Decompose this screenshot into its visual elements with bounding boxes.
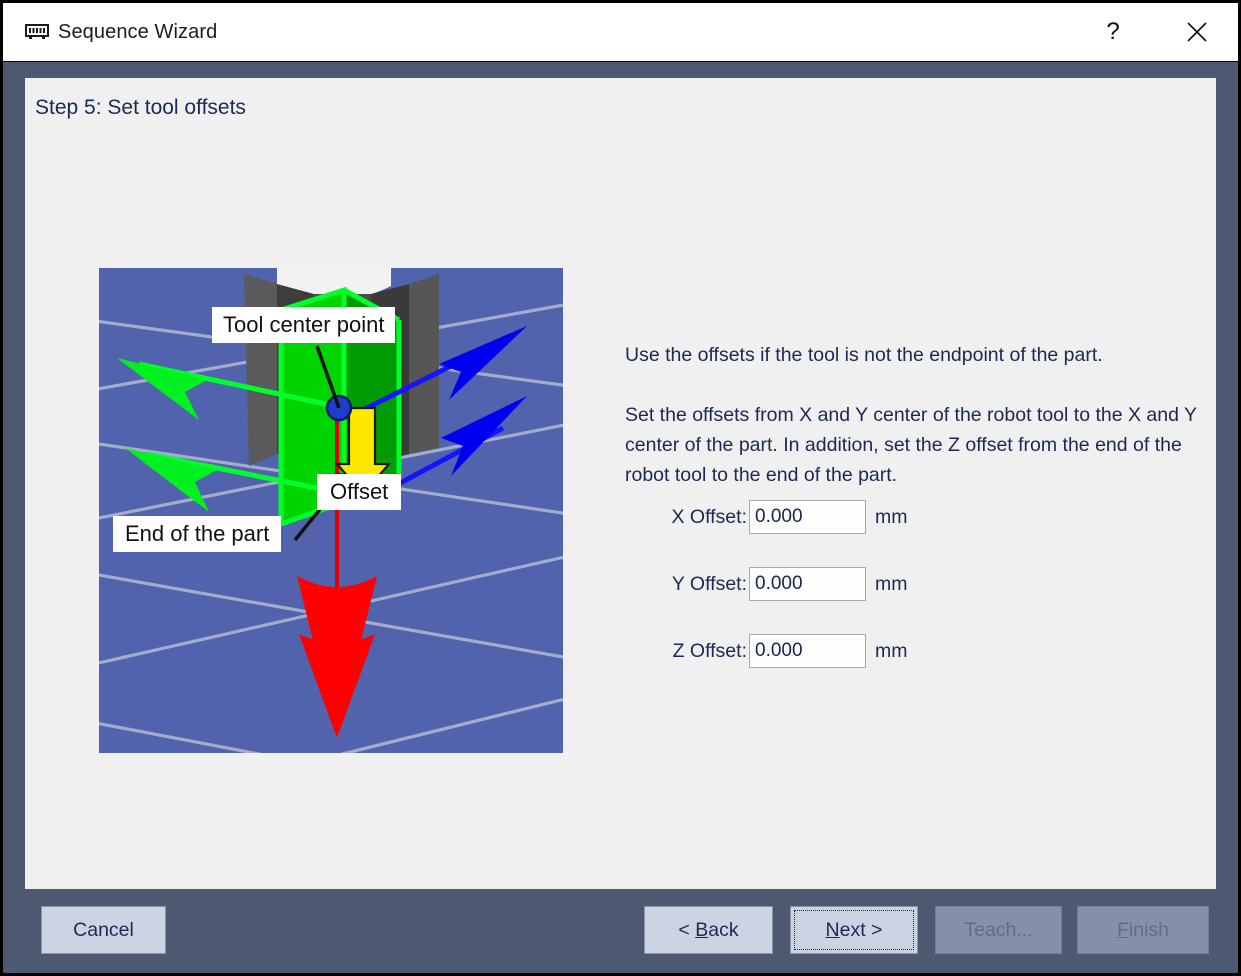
cancel-button-label: Cancel xyxy=(73,918,134,941)
back-button[interactable]: < Back xyxy=(644,906,773,954)
page-title: Step 5: Set tool offsets xyxy=(35,96,246,119)
y-offset-input[interactable] xyxy=(749,567,866,601)
help-button[interactable]: ? xyxy=(1084,3,1142,61)
y-offset-unit: mm xyxy=(875,572,908,595)
close-icon xyxy=(1186,21,1208,43)
sequence-wizard-window: Sequence Wizard ? Step 5: Set tool offse… xyxy=(0,0,1241,976)
z-offset-unit: mm xyxy=(875,639,908,662)
y-offset-label: Y Offset: xyxy=(671,572,747,595)
offsets-form: X Offset: mm Y Offset: mm Z Offset: mm xyxy=(625,500,908,701)
y-offset-row: Y Offset: mm xyxy=(625,567,908,601)
description-paragraph-1: Use the offsets if the tool is not the e… xyxy=(625,344,1103,366)
teach-button[interactable]: Teach... xyxy=(935,906,1062,954)
z-offset-label: Z Offset: xyxy=(672,639,747,662)
tool-center-point-callout: Tool center point xyxy=(212,307,396,343)
window-titlebar: Sequence Wizard ? xyxy=(3,3,1238,62)
finish-button[interactable]: Finish xyxy=(1077,906,1209,954)
z-offset-row: Z Offset: mm xyxy=(625,634,908,668)
next-button[interactable]: Next > xyxy=(790,906,918,954)
memory-chip-icon xyxy=(25,23,49,41)
cancel-button[interactable]: Cancel xyxy=(41,906,166,954)
x-offset-input[interactable] xyxy=(749,500,866,534)
close-button[interactable] xyxy=(1168,3,1226,61)
question-mark-icon: ? xyxy=(1106,18,1120,45)
z-offset-input[interactable] xyxy=(749,634,866,668)
offset-callout: Offset xyxy=(317,474,402,510)
tool-offset-illustration: Tool center point Offset End of the part xyxy=(99,268,563,753)
x-offset-label: X Offset: xyxy=(671,505,747,528)
description-paragraph-2: Set the offsets from X and Y center of t… xyxy=(625,404,1197,486)
end-of-part-callout: End of the part xyxy=(113,516,282,552)
x-offset-row: X Offset: mm xyxy=(625,500,908,534)
finish-button-label: Finish xyxy=(1116,918,1170,941)
description-block: Use the offsets if the tool is not the e… xyxy=(625,340,1210,520)
window-title: Sequence Wizard xyxy=(58,21,218,43)
next-button-label: Next > xyxy=(825,918,883,941)
back-button-label: < Back xyxy=(678,918,739,941)
teach-button-label: Teach... xyxy=(964,918,1033,941)
x-offset-unit: mm xyxy=(875,505,908,528)
wizard-content-panel: Step 5: Set tool offsets Tool center poi… xyxy=(25,78,1216,889)
